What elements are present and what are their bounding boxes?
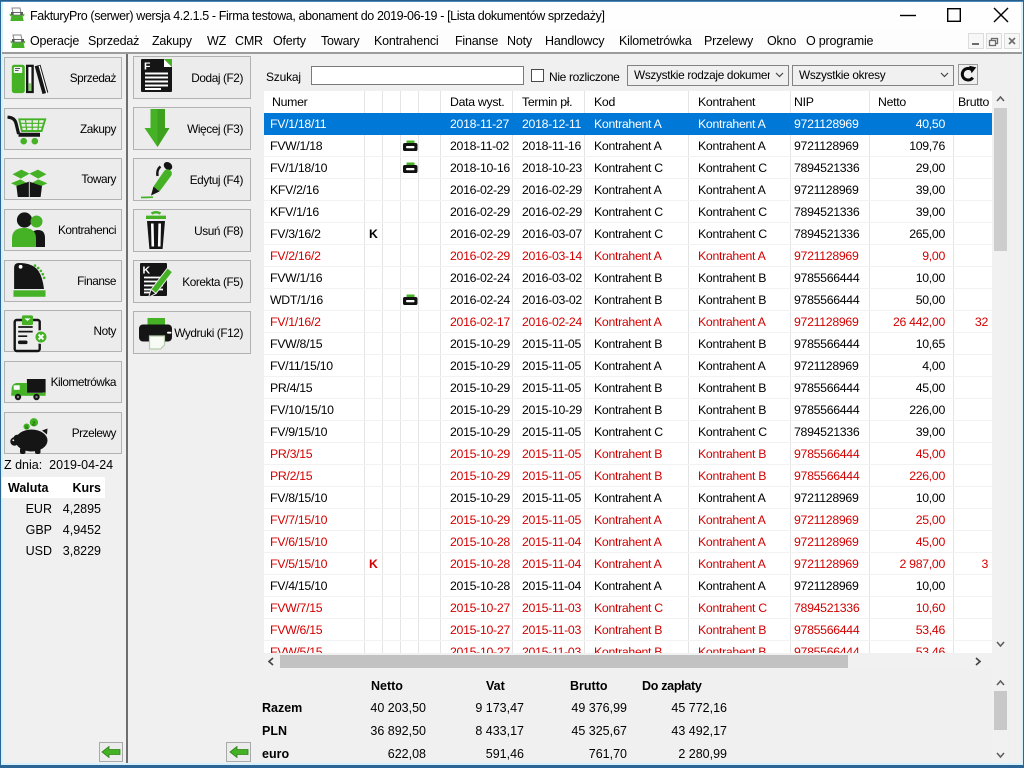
svg-text:z: z bbox=[32, 418, 36, 427]
svg-text:F: F bbox=[144, 61, 151, 73]
svg-text:K: K bbox=[143, 265, 151, 277]
